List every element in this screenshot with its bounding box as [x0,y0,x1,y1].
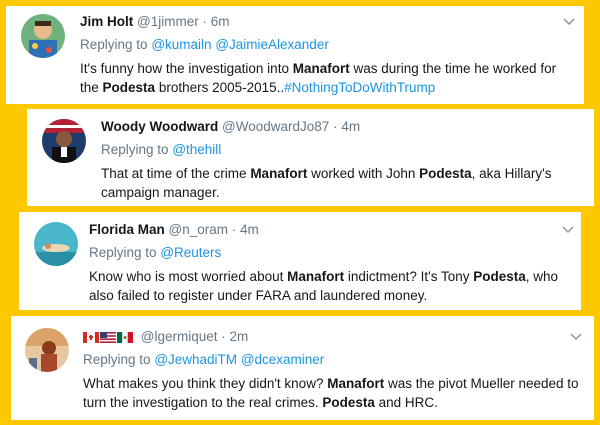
replying-to-label: Replying to [83,352,151,367]
tweet-card[interactable]: Florida Man @n_oram · 4m Replying to @Re… [19,212,581,310]
reply-mention[interactable]: @JewhadiTM [154,352,237,367]
tweet-card[interactable]: @lgermiquet · 2m Replying to @JewhadiTM … [11,316,594,420]
author-handle[interactable]: @n_oram [169,222,228,237]
timestamp[interactable]: 6m [211,14,230,29]
timestamp[interactable]: 2m [230,329,249,344]
us-flag-icon [100,332,116,343]
chevron-down-icon[interactable] [563,18,575,26]
separator: · [333,119,338,134]
reply-mention[interactable]: @kumailn [151,37,211,52]
replying-to-label: Replying to [80,37,148,52]
canada-flag-icon [83,332,99,343]
author-handle[interactable]: @1jimmer [137,14,199,29]
chevron-down-icon[interactable] [562,226,574,234]
hashtag-link[interactable]: #NothingToDoWithTrump [284,80,435,95]
reply-mention[interactable]: @thehill [172,142,221,157]
avatar-image [25,328,69,372]
avatar[interactable] [42,119,86,163]
reply-mention[interactable]: @Reuters [160,245,221,260]
author-handle[interactable]: @WoodwardJo87 [222,119,329,134]
tweet-text: It's funny how the investigation into Ma… [80,61,557,95]
avatar[interactable] [25,328,69,372]
avatar[interactable] [34,222,78,266]
chevron-down-icon[interactable] [570,333,582,341]
avatar[interactable] [21,14,65,58]
avatar-image [42,119,86,163]
separator: · [221,329,226,344]
tweet-card[interactable]: Jim Holt @1jimmer · 6m Replying to @kuma… [6,6,584,104]
tweet-text: What makes you think they didn't know? M… [83,376,579,410]
author-name[interactable]: Woody Woodward [101,119,218,134]
tweet-text: That at time of the crime Manafort worke… [101,166,552,200]
separator: · [231,222,237,237]
author-handle[interactable]: @lgermiquet [141,329,218,344]
mexico-flag-icon [117,332,133,343]
timestamp[interactable]: 4m [240,222,259,237]
timestamp[interactable]: 4m [341,119,360,134]
tweet-text: Know who is most worried about Manafort … [89,269,559,303]
avatar-image [21,14,65,58]
avatar-image [34,222,78,266]
tweet-card[interactable]: Woody Woodward @WoodwardJo87 · 4m Replyi… [27,109,594,206]
author-name[interactable]: Jim Holt [80,14,133,29]
country-flags [83,330,134,348]
replying-to-label: Replying to [101,142,169,157]
author-name[interactable]: Florida Man [89,222,165,237]
reply-mention[interactable]: @dcexaminer [241,352,325,367]
separator: · [202,14,208,29]
replying-to-label: Replying to [89,245,157,260]
reply-mention[interactable]: @JaimieAlexander [215,37,329,52]
